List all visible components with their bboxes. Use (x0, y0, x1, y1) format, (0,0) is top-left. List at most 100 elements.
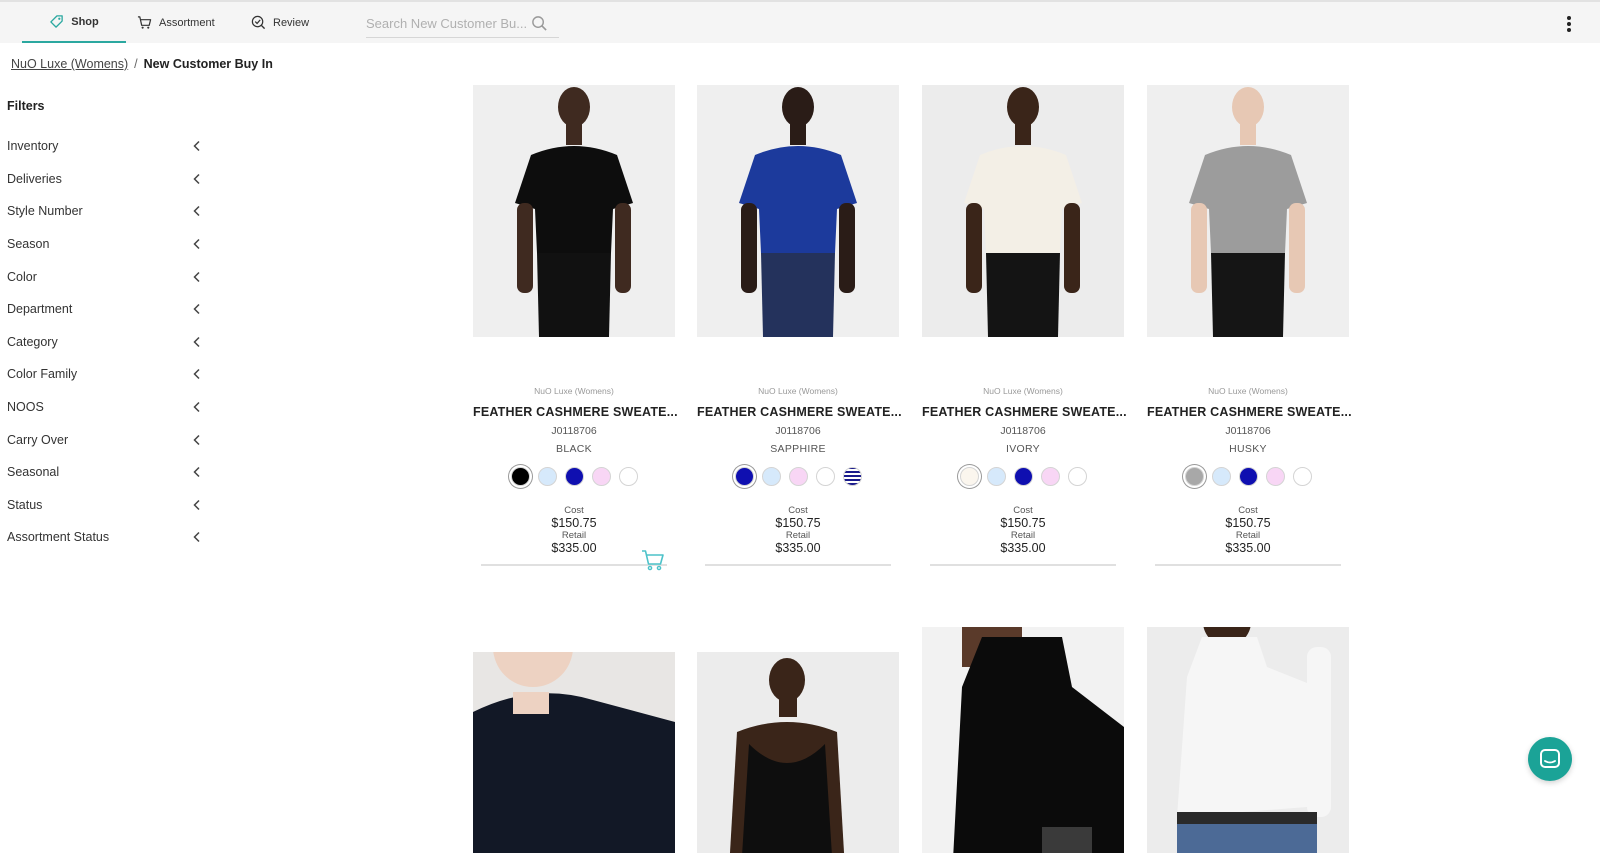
filter-item-deliveries[interactable]: Deliveries (7, 163, 202, 196)
filter-item-label: Status (7, 497, 43, 512)
product-style-number: J0118706 (1000, 425, 1046, 437)
filter-item-assortment-status[interactable]: Assortment Status (7, 521, 202, 554)
filter-item-department[interactable]: Department (7, 293, 202, 326)
color-swatches (1147, 467, 1349, 486)
tab-review-label: Review (273, 16, 310, 29)
chevron-left-icon (193, 499, 200, 510)
product-image[interactable] (473, 652, 675, 853)
product-name[interactable]: FEATHER CASHMERE SWEATE... (1147, 405, 1352, 419)
filter-item-inventory[interactable]: Inventory (7, 130, 202, 163)
product-photo-illustration (1147, 85, 1349, 337)
color-swatch[interactable] (734, 467, 754, 486)
color-swatch[interactable] (510, 467, 530, 486)
product-card[interactable]: NuO Luxe (Womens) FEATHER CASHMERE SWEAT… (922, 85, 1127, 566)
filter-item-label: Deliveries (7, 171, 62, 186)
breadcrumb-separator: / (134, 57, 138, 71)
card-divider (930, 564, 1116, 566)
search-input[interactable] (366, 16, 531, 31)
filter-item-label: Season (7, 237, 50, 252)
filter-list: Inventory Deliveries Style Number Season Col… (7, 130, 202, 554)
tab-assortment[interactable]: Assortment (137, 2, 215, 43)
color-swatch[interactable] (761, 467, 781, 486)
tab-review[interactable]: Review (251, 2, 309, 43)
product-image[interactable] (697, 85, 899, 337)
more-options-icon[interactable] (1563, 14, 1575, 34)
product-name[interactable]: FEATHER CASHMERE SWEATE... (697, 405, 902, 419)
color-swatch[interactable] (815, 467, 835, 486)
color-swatch[interactable] (959, 467, 979, 486)
filter-item-color-family[interactable]: Color Family (7, 358, 202, 391)
filter-item-label: Assortment Status (7, 530, 110, 545)
color-swatch[interactable] (788, 467, 808, 486)
product-brand: NuO Luxe (Womens) (534, 386, 614, 396)
color-swatch[interactable] (842, 467, 862, 486)
color-swatch[interactable] (591, 467, 611, 486)
chevron-left-icon (193, 532, 200, 543)
product-image[interactable] (1147, 85, 1349, 337)
search-icon[interactable] (531, 15, 548, 32)
product-brand: NuO Luxe (Womens) (1208, 386, 1288, 396)
color-swatch[interactable] (1292, 467, 1312, 486)
color-swatches (697, 467, 899, 486)
search-bar (366, 10, 559, 38)
product-card[interactable]: NuO Luxe (Womens) FEATHER CASHMERE SWEAT… (473, 85, 678, 571)
filter-item-seasonal[interactable]: Seasonal (7, 456, 202, 489)
filter-item-label: Color (7, 269, 37, 284)
filter-item-noos[interactable]: NOOS (7, 391, 202, 424)
product-image[interactable] (697, 652, 899, 853)
filter-item-label: NOOS (7, 400, 44, 415)
filter-item-category[interactable]: Category (7, 326, 202, 359)
product-image[interactable] (922, 85, 1124, 337)
color-swatch[interactable] (618, 467, 638, 486)
retail-label: Retail (1010, 530, 1036, 541)
add-to-cart-icon[interactable] (641, 549, 665, 571)
product-image[interactable] (1147, 627, 1349, 853)
color-swatch[interactable] (1184, 467, 1204, 486)
filter-item-label: Style Number (7, 204, 83, 219)
filter-item-color[interactable]: Color (7, 260, 202, 293)
product-name[interactable]: FEATHER CASHMERE SWEATE... (922, 405, 1127, 419)
product-style-number: J0118706 (1225, 425, 1271, 437)
product-photo-illustration (697, 85, 899, 337)
card-divider (1155, 564, 1341, 566)
product-photo-illustration (473, 652, 675, 853)
product-card[interactable]: NuO Luxe (Womens) FEATHER CASHMERE SWEAT… (697, 85, 902, 566)
color-swatch[interactable] (1067, 467, 1087, 486)
cost-label: Cost (1238, 505, 1258, 516)
color-swatch[interactable] (1238, 467, 1258, 486)
breadcrumb-link-brand[interactable]: NuO Luxe (Womens) (11, 57, 128, 71)
color-swatch[interactable] (564, 467, 584, 486)
cost-label: Cost (1013, 505, 1033, 516)
tab-shop[interactable]: Shop (22, 2, 126, 43)
color-swatch[interactable] (1265, 467, 1285, 486)
filter-item-label: Carry Over (7, 432, 69, 447)
retail-value: $335.00 (1225, 541, 1271, 555)
color-swatches (473, 467, 675, 486)
card-divider (481, 564, 667, 566)
product-card[interactable]: NuO Luxe (Womens) FEATHER CASHMERE SWEAT… (1147, 85, 1352, 566)
chat-support-button[interactable] (1528, 737, 1572, 781)
color-swatch[interactable] (537, 467, 557, 486)
chevron-left-icon (193, 206, 200, 217)
filter-item-style-number[interactable]: Style Number (7, 195, 202, 228)
color-swatch[interactable] (986, 467, 1006, 486)
cost-value: $150.75 (551, 516, 597, 530)
filter-item-season[interactable]: Season (7, 228, 202, 261)
cost-value: $150.75 (1225, 516, 1271, 530)
filter-item-status[interactable]: Status (7, 489, 202, 522)
color-swatch[interactable] (1211, 467, 1231, 486)
product-color-name: IVORY (1006, 443, 1040, 455)
chevron-left-icon (193, 434, 200, 445)
color-swatch[interactable] (1013, 467, 1033, 486)
cost-value: $150.75 (775, 516, 821, 530)
filter-item-carry-over[interactable]: Carry Over (7, 423, 202, 456)
product-style-number: J0118706 (775, 425, 821, 437)
cost-label: Cost (788, 505, 808, 516)
filter-item-label: Color Family (7, 367, 78, 382)
product-image[interactable] (922, 627, 1124, 853)
filters-title: Filters (7, 99, 45, 113)
color-swatch[interactable] (1040, 467, 1060, 486)
product-image[interactable] (473, 85, 675, 337)
product-color-name: SAPPHIRE (770, 443, 826, 455)
product-name[interactable]: FEATHER CASHMERE SWEATE... (473, 405, 678, 419)
